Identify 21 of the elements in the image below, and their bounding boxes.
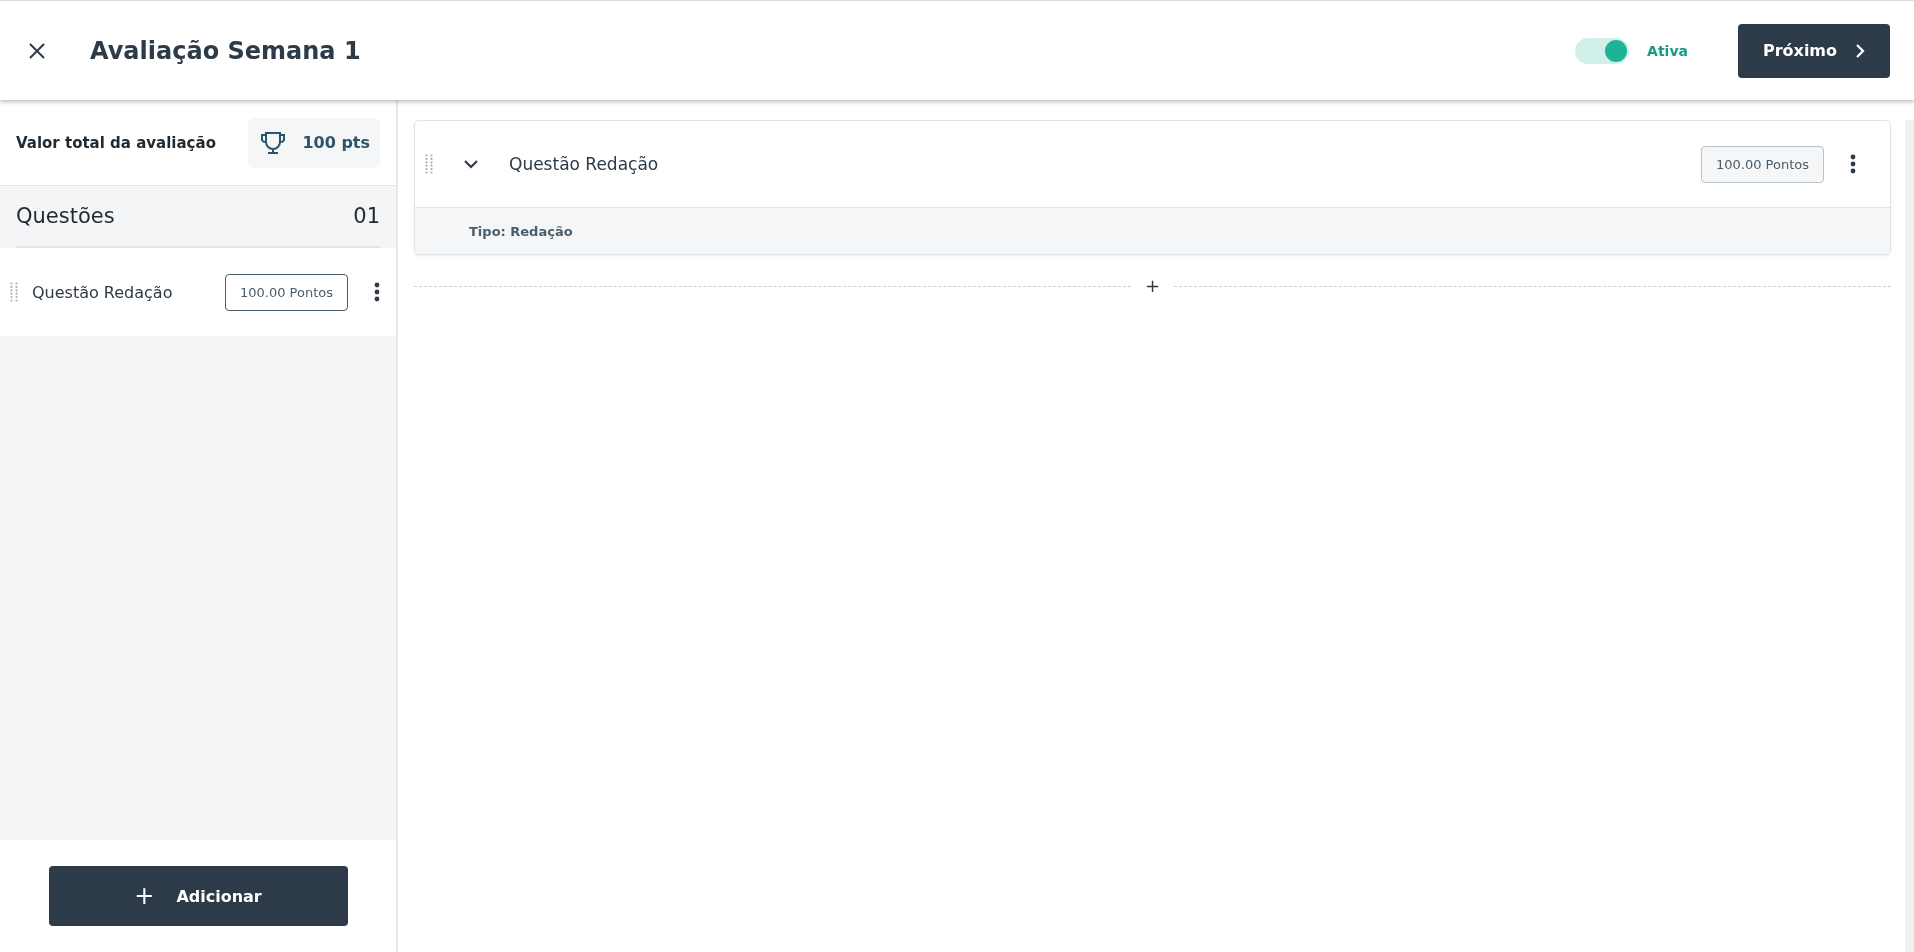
question-title: Questão Redação <box>509 154 660 174</box>
total-label: Valor total da avaliação <box>16 133 216 152</box>
active-toggle[interactable] <box>1575 37 1630 64</box>
insert-question-button[interactable]: + <box>1140 277 1165 295</box>
points-badge: 100.00 Pontos <box>1701 145 1824 183</box>
question-type: Tipo: Redação <box>415 207 1890 254</box>
questions-count: 01 <box>353 204 380 228</box>
total-points-badge: 100 pts <box>248 117 380 168</box>
page-title: Avaliação Semana 1 <box>90 36 362 65</box>
more-options-icon <box>374 282 380 302</box>
drag-handle-icon[interactable] <box>10 282 18 302</box>
next-button[interactable]: Próximo <box>1738 23 1890 78</box>
drag-handle-icon[interactable] <box>425 154 433 174</box>
question-title[interactable]: Questão Redação <box>32 282 225 302</box>
add-button[interactable]: + Adicionar <box>48 866 348 926</box>
questions-heading: Questões <box>16 204 115 228</box>
toggle-label: Ativa <box>1647 42 1688 59</box>
more-options-icon <box>1850 154 1856 174</box>
chevron-right-icon <box>1855 43 1866 58</box>
points-badge: 100.00 Pontos <box>225 273 348 311</box>
trophy-icon <box>260 129 287 156</box>
